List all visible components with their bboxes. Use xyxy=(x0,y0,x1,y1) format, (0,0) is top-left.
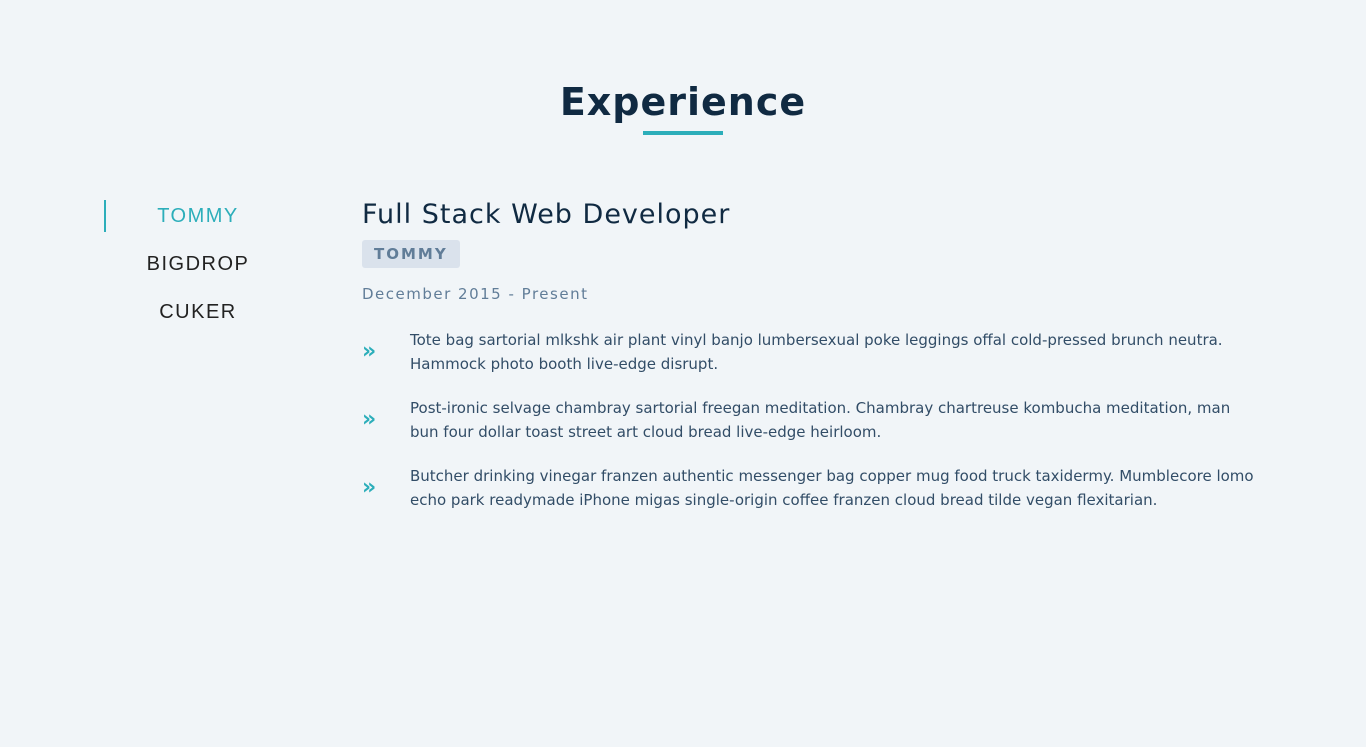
company-tab-tommy[interactable]: TOMMY xyxy=(104,200,290,232)
duty-text: Post-ironic selvage chambray sartorial f… xyxy=(410,399,1231,441)
duty-list: » Tote bag sartorial mlkshk air plant vi… xyxy=(362,328,1262,512)
list-item: » Post-ironic selvage chambray sartorial… xyxy=(362,396,1262,444)
duty-text: Tote bag sartorial mlkshk air plant viny… xyxy=(410,331,1223,373)
section-title: Experience xyxy=(559,80,807,124)
job-title: Full Stack Web Developer xyxy=(362,199,731,230)
company-tab-cuker[interactable]: CUKER xyxy=(104,296,290,328)
company-tabs: TOMMY BIGDROP CUKER xyxy=(104,200,294,344)
title-underline xyxy=(643,131,723,135)
job-dates: December 2015 - Present xyxy=(362,285,589,303)
double-chevron-right-icon: » xyxy=(362,407,377,432)
duty-text: Butcher drinking vinegar franzen authent… xyxy=(410,467,1254,509)
experience-section: Experience TOMMY BIGDROP CUKER Full Stac… xyxy=(0,0,1366,747)
job-info: Full Stack Web Developer TOMMY December … xyxy=(362,196,1262,532)
list-item: » Butcher drinking vinegar franzen authe… xyxy=(362,464,1262,512)
company-tab-bigdrop[interactable]: BIGDROP xyxy=(104,248,290,280)
double-chevron-right-icon: » xyxy=(362,339,377,364)
job-company-badge: TOMMY xyxy=(362,240,460,268)
list-item: » Tote bag sartorial mlkshk air plant vi… xyxy=(362,328,1262,376)
double-chevron-right-icon: » xyxy=(362,475,377,500)
